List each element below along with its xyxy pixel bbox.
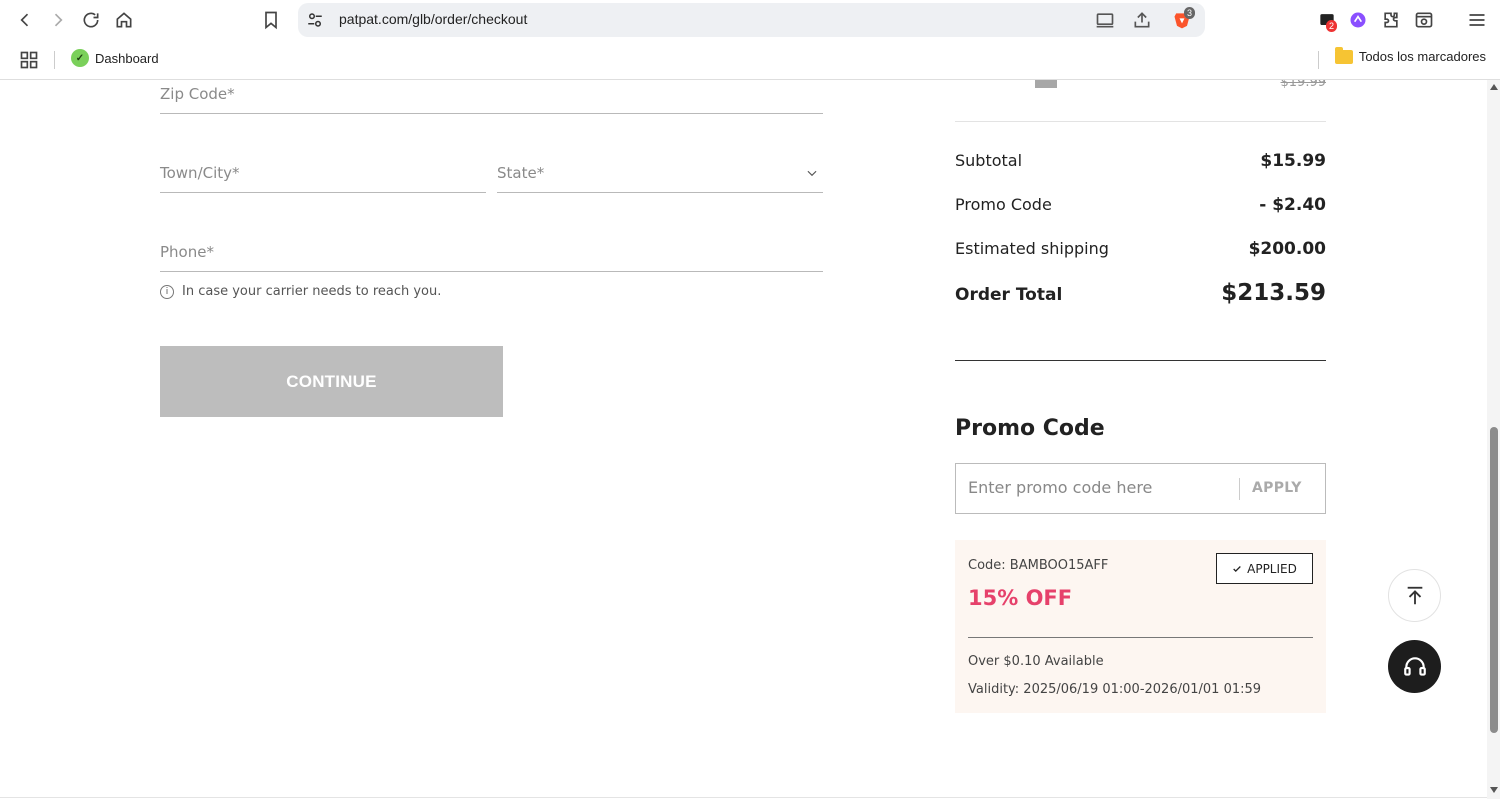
promo-code-label: Promo Code <box>955 195 1052 214</box>
reload-icon <box>83 12 99 28</box>
order-total-value: $213.59 <box>1221 280 1326 306</box>
bookmark-dashboard[interactable]: ✓ Dashboard <box>71 49 159 67</box>
all-bookmarks-folder[interactable]: Todos los marcadores <box>1334 46 1486 64</box>
apply-button[interactable]: APPLY <box>1252 480 1302 496</box>
leo-ai-icon <box>1350 12 1366 28</box>
customer-support-button[interactable] <box>1388 640 1441 693</box>
bookmark-dashboard-label: Dashboard <box>95 50 159 66</box>
sidebar-search-icon <box>1415 12 1433 28</box>
subtotal-label: Subtotal <box>955 151 1023 170</box>
promo-code-value: - $2.40 <box>1259 195 1326 215</box>
forward-button[interactable] <box>45 7 71 33</box>
apps-grid-icon <box>20 51 38 69</box>
extension-leo-button[interactable] <box>1345 7 1371 33</box>
apps-button[interactable] <box>16 47 42 73</box>
phone-hint: i In case your carrier needs to reach yo… <box>160 284 441 299</box>
promo-code-input[interactable] <box>968 478 1228 497</box>
coupon-validity: Validity: 2025/06/19 01:00-2026/01/01 01… <box>968 682 1262 697</box>
dashboard-logo-icon: ✓ <box>71 49 89 67</box>
url-text[interactable]: patpat.com/glb/order/checkout <box>339 11 527 27</box>
brave-shields-button[interactable]: 3 <box>1172 7 1196 30</box>
applied-button[interactable]: APPLIED <box>1216 553 1313 584</box>
folder-icon <box>1334 46 1353 64</box>
extensions-button[interactable] <box>1378 7 1404 33</box>
town-city-field[interactable]: Town/City* <box>160 159 486 193</box>
shipping-label: Estimated shipping <box>955 239 1109 258</box>
product-thumbnail-edge <box>1035 80 1057 88</box>
coupon-minimum: Over $0.10 Available <box>968 654 1104 669</box>
home-button[interactable] <box>111 7 137 33</box>
site-settings-icon[interactable] <box>306 11 324 29</box>
coupon-divider <box>968 637 1313 638</box>
puzzle-icon <box>1384 12 1398 28</box>
page-scrollbar[interactable] <box>1487 80 1500 799</box>
address-bar[interactable]: patpat.com/glb/order/checkout 3 <box>298 3 1205 37</box>
arrow-up-to-top-icon <box>1407 586 1422 604</box>
zip-code-placeholder: Zip Code* <box>160 85 235 103</box>
page-bottom-border <box>0 797 1487 798</box>
town-city-placeholder: Town/City* <box>160 164 240 182</box>
checkout-page: Zip Code* Town/City* State* Phone* i In … <box>0 80 1487 799</box>
coupon-discount: 15% OFF <box>968 586 1073 610</box>
hamburger-menu-icon <box>1469 14 1485 26</box>
brave-badge: 3 <box>1184 7 1196 19</box>
forward-arrow-icon <box>54 13 63 27</box>
cast-icon[interactable] <box>1095 10 1115 30</box>
item-original-price: $19.99 <box>1280 80 1327 90</box>
scroll-down-arrow-icon[interactable] <box>1490 787 1498 793</box>
total-divider <box>955 360 1326 361</box>
bookmark-page-button[interactable] <box>258 7 284 33</box>
continue-button[interactable]: CONTINUE <box>160 346 503 417</box>
back-arrow-icon <box>20 13 29 27</box>
zip-code-field[interactable]: Zip Code* <box>160 80 823 114</box>
menu-button[interactable] <box>1464 7 1490 33</box>
bookmarks-bar: ✓ Dashboard Todos los marcadores <box>0 40 1500 80</box>
promo-code-box: APPLY <box>955 463 1326 514</box>
reading-list-button[interactable] <box>1411 7 1437 33</box>
applied-label: APPLIED <box>1247 561 1297 576</box>
promo-code-title: Promo Code <box>955 416 1105 441</box>
check-icon <box>1233 565 1241 572</box>
phone-hint-text: In case your carrier needs to reach you. <box>182 284 442 299</box>
browser-toolbar: patpat.com/glb/order/checkout 3 2 <box>0 0 1500 40</box>
promo-divider <box>1239 478 1240 500</box>
info-icon: i <box>160 284 174 299</box>
headset-icon <box>1403 656 1426 676</box>
shipping-row: Estimated shipping $200.00 <box>955 239 1326 259</box>
back-button[interactable] <box>12 7 38 33</box>
phone-field[interactable]: Phone* <box>160 238 823 272</box>
bookmarks-divider <box>54 51 55 69</box>
shipping-value: $200.00 <box>1248 239 1326 259</box>
share-icon[interactable] <box>1132 10 1152 30</box>
extension-wallet-button[interactable]: 2 <box>1314 7 1340 33</box>
scroll-up-arrow-icon[interactable] <box>1490 84 1498 90</box>
state-placeholder: State* <box>497 164 545 182</box>
summary-divider <box>955 121 1326 122</box>
order-total-row: Order Total $213.59 <box>955 280 1326 306</box>
promo-code-row: Promo Code - $2.40 <box>955 195 1326 215</box>
home-icon <box>116 12 132 28</box>
back-to-top-button[interactable] <box>1388 569 1441 622</box>
extension-badge: 2 <box>1326 20 1338 32</box>
state-select[interactable]: State* <box>497 159 823 193</box>
bookmarks-divider-right <box>1318 51 1319 69</box>
subtotal-row: Subtotal $15.99 <box>955 151 1326 171</box>
order-total-label: Order Total <box>955 285 1063 305</box>
bookmark-icon <box>265 11 277 30</box>
phone-placeholder: Phone* <box>160 243 214 261</box>
chevron-down-icon <box>807 170 817 177</box>
reload-button[interactable] <box>78 7 104 33</box>
coupon-card[interactable]: Code: BAMBOO15AFF 15% OFF APPLIED Over $… <box>955 540 1326 713</box>
scroll-thumb[interactable] <box>1490 427 1498 733</box>
coupon-code: Code: BAMBOO15AFF <box>968 558 1109 573</box>
all-bookmarks-label: Todos los marcadores <box>1358 49 1486 64</box>
subtotal-value: $15.99 <box>1260 151 1326 171</box>
